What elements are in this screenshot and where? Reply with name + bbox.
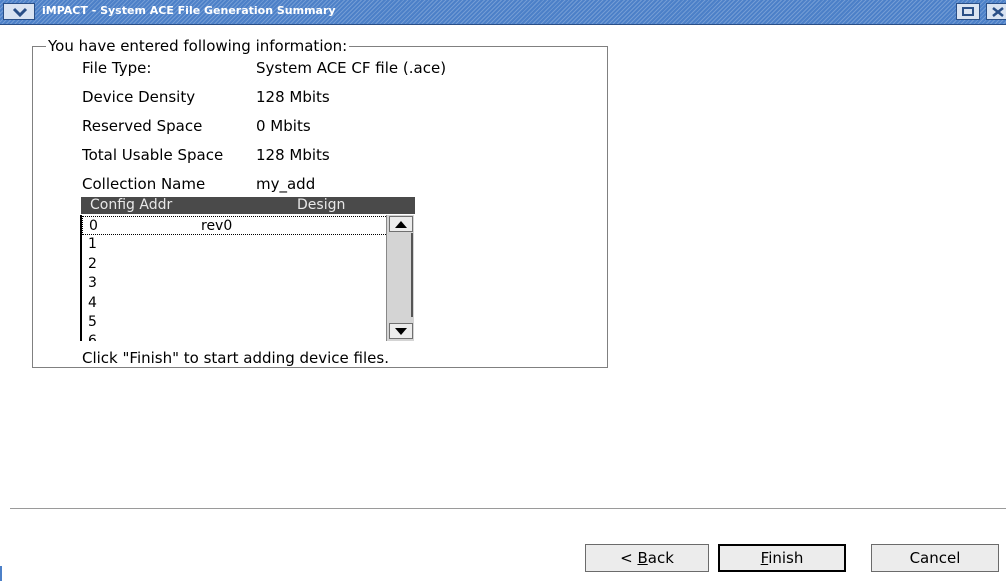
- table-row[interactable]: 4: [82, 294, 388, 313]
- cancel-button[interactable]: Cancel: [871, 544, 999, 572]
- config-addr-cell: 6: [88, 333, 97, 341]
- config-addr-cell: 0: [89, 218, 98, 234]
- total-usable-space-value: 128 Mbits: [256, 146, 330, 164]
- device-density-value: 128 Mbits: [256, 88, 330, 106]
- config-addr-cell: 1: [88, 236, 97, 252]
- finish-instruction: Click "Finish" to start adding device fi…: [82, 349, 389, 367]
- table-row[interactable]: 1: [82, 235, 388, 254]
- maximize-button[interactable]: [956, 3, 980, 20]
- column-header-design[interactable]: Design: [297, 197, 345, 213]
- collection-name-value: my_add: [256, 175, 316, 193]
- table-row[interactable]: 2: [82, 255, 388, 274]
- table-row[interactable]: 6: [82, 332, 388, 341]
- scrollbar-thumb[interactable]: [389, 233, 413, 317]
- title-bar[interactable]: iMPACT - System ACE File Generation Summ…: [0, 0, 1006, 25]
- summary-group-legend: You have entered following information:: [46, 37, 350, 55]
- back-button-prefix: <: [620, 549, 638, 567]
- device-density-label: Device Density: [82, 88, 196, 106]
- config-addr-cell: 2: [88, 256, 97, 272]
- window-menu-button[interactable]: [3, 3, 35, 20]
- reserved-space-value: 0 Mbits: [256, 117, 311, 135]
- design-table[interactable]: 0 rev0 1 2 3 4 5 6: [80, 215, 388, 341]
- close-icon: [992, 7, 1004, 17]
- close-button[interactable]: [986, 3, 1006, 20]
- table-row[interactable]: 5: [82, 313, 388, 332]
- reserved-space-label: Reserved Space: [82, 117, 203, 135]
- config-addr-cell: 3: [88, 275, 97, 291]
- file-type-value: System ACE CF file (.ace): [256, 59, 447, 77]
- back-button-rest: ack: [647, 549, 674, 567]
- total-usable-space-label: Total Usable Space: [82, 146, 224, 164]
- table-scrollbar[interactable]: [386, 215, 414, 341]
- file-type-label: File Type:: [82, 59, 152, 77]
- finish-button-rest: inish: [768, 549, 804, 567]
- window-edge-marker: [0, 566, 2, 581]
- window-title: iMPACT - System ACE File Generation Summ…: [42, 4, 336, 17]
- back-button[interactable]: < Back: [585, 544, 709, 572]
- back-button-mnemonic: B: [637, 549, 648, 567]
- maximize-icon: [962, 7, 974, 16]
- arrow-down-icon: [395, 328, 407, 335]
- table-row[interactable]: 3: [82, 274, 388, 293]
- scroll-up-button[interactable]: [389, 216, 413, 232]
- collection-name-label: Collection Name: [82, 175, 206, 193]
- table-header: Config Addr Design: [81, 197, 415, 214]
- scroll-down-button[interactable]: [389, 323, 413, 339]
- column-header-config-addr[interactable]: Config Addr: [90, 197, 172, 213]
- arrow-up-icon: [395, 221, 407, 228]
- config-addr-cell: 5: [88, 314, 97, 330]
- design-cell: rev0: [201, 218, 233, 234]
- button-divider: [10, 508, 1006, 510]
- chevron-down-icon: [12, 7, 28, 17]
- finish-button[interactable]: Finish: [718, 544, 846, 572]
- config-addr-cell: 4: [88, 295, 97, 311]
- table-row[interactable]: 0 rev0: [82, 216, 388, 235]
